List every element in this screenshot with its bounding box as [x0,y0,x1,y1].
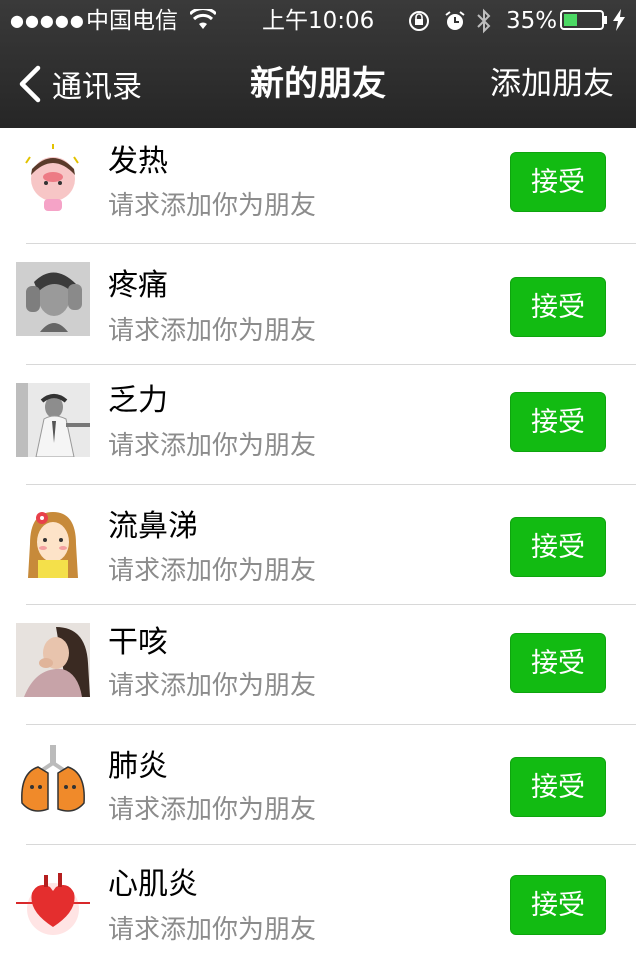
list-item: 乏力 请求添加你为朋友 接受 [0,365,636,485]
battery-icon [560,9,610,38]
list-item: 流鼻涕 请求添加你为朋友 接受 [0,485,636,604]
alarm-icon [444,10,466,39]
list-item: 发热 请求添加你为朋友 接受 [0,128,636,243]
accept-button[interactable]: 接受 [510,152,606,212]
request-subtitle: 请求添加你为朋友 [108,431,317,461]
accept-button[interactable]: 接受 [510,392,606,452]
request-name: 干咳 [108,625,168,660]
clock: 上午10:06 [262,8,375,34]
request-subtitle: 请求添加你为朋友 [108,671,317,701]
list-item: 疼痛 请求添加你为朋友 接受 [0,244,636,364]
request-name: 心肌炎 [108,867,198,902]
avatar [16,383,90,457]
request-subtitle: 请求添加你为朋友 [108,191,317,221]
list-item: 肺炎 请求添加你为朋友 接受 [0,725,636,844]
avatar [16,262,90,336]
avatar [16,504,90,578]
accept-button[interactable]: 接受 [510,757,606,817]
avatar [16,863,90,937]
request-subtitle: 请求添加你为朋友 [108,915,317,945]
request-subtitle: 请求添加你为朋友 [108,795,317,825]
accept-button[interactable]: 接受 [510,633,606,693]
top-bar: ●●●●● 中国电信 上午10:06 35% 通讯录 新的朋友 添加朋友 [0,0,636,128]
request-name: 肺炎 [108,749,168,784]
battery-percent: 35% [506,8,558,34]
list-item: 心肌炎 请求添加你为朋友 接受 [0,845,636,963]
request-name: 流鼻涕 [108,509,198,544]
accept-button[interactable]: 接受 [510,875,606,935]
request-name: 发热 [108,144,168,179]
accept-button[interactable]: 接受 [510,517,606,577]
signal-strength: ●●●●● [10,11,85,30]
status-bar: ●●●●● 中国电信 上午10:06 35% [0,0,636,42]
bolt-icon [612,9,626,38]
avatar [16,743,90,817]
avatar [16,623,90,697]
avatar [16,143,90,217]
accept-button[interactable]: 接受 [510,277,606,337]
list-item: 干咳 请求添加你为朋友 接受 [0,605,636,724]
wifi-icon [188,7,218,38]
request-name: 疼痛 [108,268,168,303]
add-friend-button[interactable]: 添加朋友 [490,62,614,106]
request-subtitle: 请求添加你为朋友 [108,556,317,586]
carrier-name: 中国电信 [86,8,178,34]
nav-bar: 通讯录 新的朋友 添加朋友 [0,42,636,128]
request-name: 乏力 [108,383,168,418]
rotation-lock-icon [408,10,430,39]
bluetooth-icon [476,8,492,41]
request-subtitle: 请求添加你为朋友 [108,316,317,346]
